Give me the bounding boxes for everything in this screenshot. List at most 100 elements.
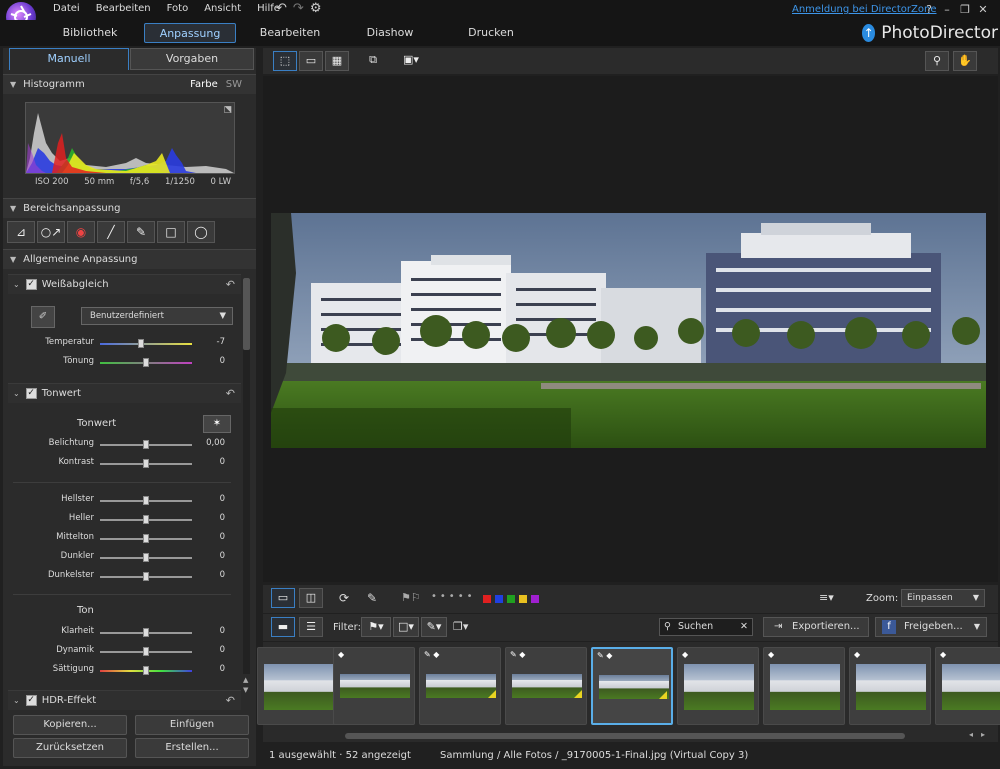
slider-value[interactable]: 0 — [199, 570, 225, 580]
slider-thumb[interactable] — [143, 459, 149, 468]
close-icon[interactable]: ✕ — [974, 3, 992, 16]
slider-value[interactable]: 0 — [199, 356, 225, 366]
purple-label[interactable] — [531, 595, 539, 603]
slider-value[interactable]: 0 — [199, 626, 225, 636]
filmstrip-thumbnail[interactable]: ◆ — [333, 647, 415, 725]
slider-track[interactable] — [100, 459, 192, 468]
brush-tool-icon[interactable]: ╱ — [97, 221, 125, 243]
slider-thumb[interactable] — [143, 572, 149, 581]
main-photo[interactable] — [271, 213, 986, 448]
filmstrip-scrollbar[interactable] — [345, 733, 905, 739]
single-view-icon[interactable]: ⬚ — [273, 51, 297, 71]
filmstrip-view-icon[interactable]: ▭ — [271, 588, 295, 608]
histogram-header[interactable]: ▼ Histogramm Farbe SW — [3, 74, 256, 94]
help-icon[interactable]: ? — [920, 3, 938, 16]
slider-value[interactable]: -7 — [199, 337, 225, 347]
list-view-icon[interactable]: ☰ — [299, 617, 323, 637]
red-eye-tool-icon[interactable]: ◉ — [67, 221, 95, 243]
scroll-down-arrow-icon[interactable]: ▼ — [243, 686, 248, 694]
hdr-checkbox[interactable]: ✓ — [25, 695, 37, 706]
yellow-label[interactable] — [519, 595, 527, 603]
filmstrip-thumbnail[interactable]: ◆ — [849, 647, 931, 725]
slider-thumb[interactable] — [143, 647, 149, 656]
filmstrip-thumbnail[interactable]: ◆ — [935, 647, 1000, 725]
scroll-right-arrow-icon[interactable]: ▸ — [981, 730, 985, 739]
scroll-left-arrow-icon[interactable]: ◂ — [969, 730, 973, 739]
redo-icon[interactable]: ↷ — [293, 1, 304, 16]
slider-value[interactable]: 0 — [199, 494, 225, 504]
filmstrip-thumbnail[interactable]: ✎ ◆ — [591, 647, 673, 725]
hdr-header[interactable]: ⌄ ✓ HDR-Effekt ↶ — [8, 690, 241, 710]
slider-track[interactable] — [100, 496, 192, 505]
weissabgleich-header[interactable]: ⌄ ✓ Weißabgleich ↶ — [8, 274, 241, 294]
slider-thumb[interactable] — [143, 440, 149, 449]
weissabgleich-checkbox[interactable]: ✓ — [25, 279, 37, 290]
slider-thumb[interactable] — [143, 358, 149, 367]
tab-vorgaben[interactable]: Vorgaben — [130, 48, 254, 70]
tonwert-header[interactable]: ⌄ ✓ Tonwert ↶ — [8, 383, 241, 403]
slider-thumb[interactable] — [143, 666, 149, 675]
zoom-tool-icon[interactable]: ⚲ — [925, 51, 949, 71]
reset-button[interactable]: Zurücksetzen — [13, 738, 127, 758]
slider-track[interactable] — [100, 647, 192, 656]
rotate-view-icon[interactable]: ⧉ — [361, 51, 385, 71]
slider-track[interactable] — [100, 515, 192, 524]
slider-thumb[interactable] — [138, 339, 145, 348]
radial-filter-tool-icon[interactable]: ◯ — [187, 221, 215, 243]
panel-scrollbar[interactable] — [243, 278, 250, 674]
slider-track[interactable] — [100, 572, 192, 581]
slider-track[interactable] — [100, 534, 192, 543]
tab-drucken[interactable]: Drucken — [456, 23, 526, 43]
bereichsanpassung-header[interactable]: ▼ Bereichsanpassung — [3, 198, 256, 218]
menu-foto[interactable]: Foto — [167, 3, 189, 14]
slider-track[interactable] — [100, 666, 192, 675]
copy-button[interactable]: Kopieren... — [13, 715, 127, 735]
grid-view-icon[interactable]: ▦ — [325, 51, 349, 71]
scroll-up-arrow-icon[interactable]: ▲ — [243, 676, 248, 684]
settings-gear-icon[interactable]: ⚙ — [310, 1, 322, 16]
reset-icon[interactable]: ↶ — [226, 387, 235, 400]
minimize-icon[interactable]: – — [938, 3, 956, 16]
restore-icon[interactable]: ❐ — [956, 3, 974, 16]
clipping-warning-icon[interactable]: ⬔ — [223, 105, 232, 115]
rating-stars[interactable]: ••••• — [431, 591, 476, 602]
compare-view-icon[interactable]: ▭ — [299, 51, 323, 71]
slider-track[interactable] — [100, 339, 192, 348]
slider-track[interactable] — [100, 628, 192, 637]
slider-thumb[interactable] — [143, 515, 149, 524]
slider-thumb[interactable] — [143, 628, 149, 637]
slider-track[interactable] — [100, 553, 192, 562]
histogram-farbe-toggle[interactable]: Farbe — [190, 79, 218, 90]
compare-filmstrip-icon[interactable]: ◫ — [299, 588, 323, 608]
slider-value[interactable]: 0 — [199, 513, 225, 523]
undo-icon[interactable]: ↶ — [276, 1, 287, 16]
eyedropper-icon[interactable]: ✐ — [31, 306, 55, 328]
graduated-filter-tool-icon[interactable]: □ — [157, 221, 185, 243]
filmstrip-thumb-icon[interactable]: ▬ — [271, 617, 295, 637]
flag-filter-icon[interactable]: ⚑▾ — [361, 617, 391, 637]
stack-filter-icon[interactable]: ❐▾ — [453, 620, 468, 633]
create-preset-button[interactable]: Erstellen... — [135, 738, 249, 758]
tab-diashow[interactable]: Diashow — [354, 23, 426, 43]
directorzone-login-link[interactable]: Anmeldung bei DirectorZone — [792, 4, 937, 15]
slider-value[interactable]: 0 — [199, 532, 225, 542]
tonwert-checkbox[interactable]: ✓ — [25, 388, 37, 399]
filmstrip-thumbnail[interactable]: ◆ — [763, 647, 845, 725]
reset-icon[interactable]: ↶ — [226, 694, 235, 707]
slider-value[interactable]: 0,00 — [199, 438, 225, 448]
tag-edit-icon[interactable]: ✎ — [367, 591, 377, 605]
adjustment-brush-tool-icon[interactable]: ✎ — [127, 221, 155, 243]
wb-preset-dropdown[interactable]: Benutzerdefiniert ▼ — [81, 307, 233, 325]
slider-thumb[interactable] — [143, 496, 149, 505]
search-input[interactable]: ⚲ Suchen ✕ — [659, 618, 753, 636]
auto-tone-wand-icon[interactable]: ✶ — [203, 415, 231, 433]
rating-filter-icon[interactable]: □▾ — [393, 617, 419, 637]
tab-bearbeiten[interactable]: Bearbeiten — [250, 23, 330, 43]
crop-tool-icon[interactable]: ⊿ — [7, 221, 35, 243]
green-label[interactable] — [507, 595, 515, 603]
slider-thumb[interactable] — [143, 553, 149, 562]
red-label[interactable] — [483, 595, 491, 603]
export-button[interactable]: ⇥ Exportieren... — [763, 617, 869, 637]
blue-label[interactable] — [495, 595, 503, 603]
scrollbar-thumb[interactable] — [243, 278, 250, 350]
